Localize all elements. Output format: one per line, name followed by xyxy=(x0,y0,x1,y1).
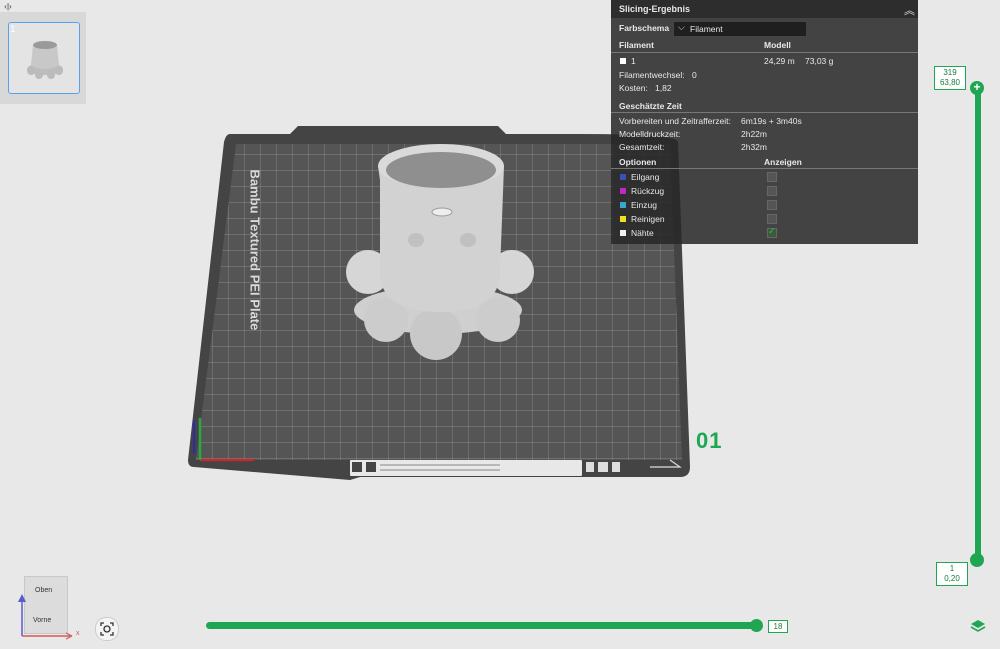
focus-icon xyxy=(100,622,114,636)
cost-value: 1,82 xyxy=(655,83,672,93)
cost-label: Kosten: xyxy=(619,83,648,93)
bed-text-wrap: Bambu Textured PEI Plate xyxy=(225,170,265,331)
plate-number: 01 xyxy=(696,428,723,453)
checkbox-rapid-move[interactable] xyxy=(767,172,777,182)
wipe-swatch xyxy=(620,216,626,222)
checkbox-wipe[interactable] xyxy=(767,214,777,224)
view-axes-icon xyxy=(18,594,73,640)
option-seams: Nähte xyxy=(631,228,654,238)
show-column-header: Anzeigen xyxy=(764,157,802,167)
option-unretract: Einzug xyxy=(631,200,657,210)
option-rapid-move: Eilgang xyxy=(631,172,660,182)
model-column-header: Modell xyxy=(764,40,791,50)
top-layer-handle[interactable]: + xyxy=(970,81,984,95)
top-layer-label: 319 63,80 xyxy=(934,66,966,90)
filament-length: 24,29 m xyxy=(764,56,795,66)
model-print-time-label: Modelldruckzeit: xyxy=(619,129,681,139)
seams-swatch xyxy=(620,230,626,236)
zoom-fit-button[interactable] xyxy=(95,617,119,641)
filament-id: 1 xyxy=(631,56,636,66)
bottom-layer-handle[interactable] xyxy=(970,553,984,567)
rapid-move-swatch xyxy=(620,174,626,180)
panel-title: Slicing-Ergebnis xyxy=(619,4,691,14)
color-scheme-dropdown[interactable]: ⌵ Filament xyxy=(674,22,806,36)
x-axis-label: x xyxy=(76,630,80,637)
move-slider-handle[interactable] xyxy=(750,619,763,632)
model-thumbnail-icon xyxy=(27,41,63,79)
option-retract: Rückzug xyxy=(631,186,665,196)
options-column-header: Optionen xyxy=(619,157,657,167)
move-slider-track[interactable] xyxy=(206,622,758,629)
bottom-layer-height: 0,20 xyxy=(944,574,960,583)
checkbox-seams[interactable]: ✓ xyxy=(767,226,777,238)
move-slider-value: 18 xyxy=(768,620,788,633)
filament-changes-value: 0 xyxy=(692,70,697,80)
checkbox-unretract[interactable] xyxy=(767,200,777,210)
retract-swatch xyxy=(620,188,626,194)
collapse-sidebar-icon[interactable]: ‹|› xyxy=(2,2,14,12)
total-time-label: Gesamtzeit: xyxy=(619,142,665,152)
layers-icon[interactable] xyxy=(970,618,986,634)
option-wipe: Reinigen xyxy=(631,214,665,224)
color-scheme-label: Farbschema xyxy=(619,23,670,33)
bed-label-text: Bambu Textured PEI Plate xyxy=(247,169,263,331)
top-layer-height: 63,80 xyxy=(939,78,961,87)
prep-time-label: Vorbereiten und Zeitrafferzeit: xyxy=(619,116,731,126)
total-time-value: 2h32m xyxy=(741,142,767,152)
model-print-time-value: 2h22m xyxy=(741,129,767,139)
filament-changes-label: Filamentwechsel: xyxy=(619,70,685,80)
checkbox-retract[interactable] xyxy=(767,186,777,196)
filament-weight: 73,03 g xyxy=(805,56,834,66)
collapse-panel-icon[interactable]: ︽ xyxy=(904,2,915,18)
unretract-swatch xyxy=(620,202,626,208)
bottom-layer-label: 1 0,20 xyxy=(936,562,968,586)
prep-time-value: 6m19s + 3m40s xyxy=(741,116,802,126)
check-icon: ✓ xyxy=(768,226,776,236)
color-scheme-value: Filament xyxy=(690,24,723,34)
plate-thumbnail[interactable] xyxy=(8,22,80,94)
estimated-time-title: Geschätzte Zeit xyxy=(619,101,682,111)
view-cube-top[interactable]: Oben xyxy=(35,587,52,594)
top-layer-number: 319 xyxy=(943,68,957,77)
layer-slider-track[interactable] xyxy=(975,86,981,560)
filament-color-swatch xyxy=(620,58,626,64)
plus-icon: + xyxy=(973,80,981,94)
thumbnail-number: 1 xyxy=(10,24,16,35)
filament-column-header: Filament xyxy=(619,40,654,50)
slicing-result-panel: Slicing-Ergebnis ︽ Farbschema Filament M… xyxy=(611,0,918,244)
bottom-layer-number: 1 xyxy=(949,564,955,573)
chevron-down-icon: ⌵ xyxy=(678,22,685,32)
